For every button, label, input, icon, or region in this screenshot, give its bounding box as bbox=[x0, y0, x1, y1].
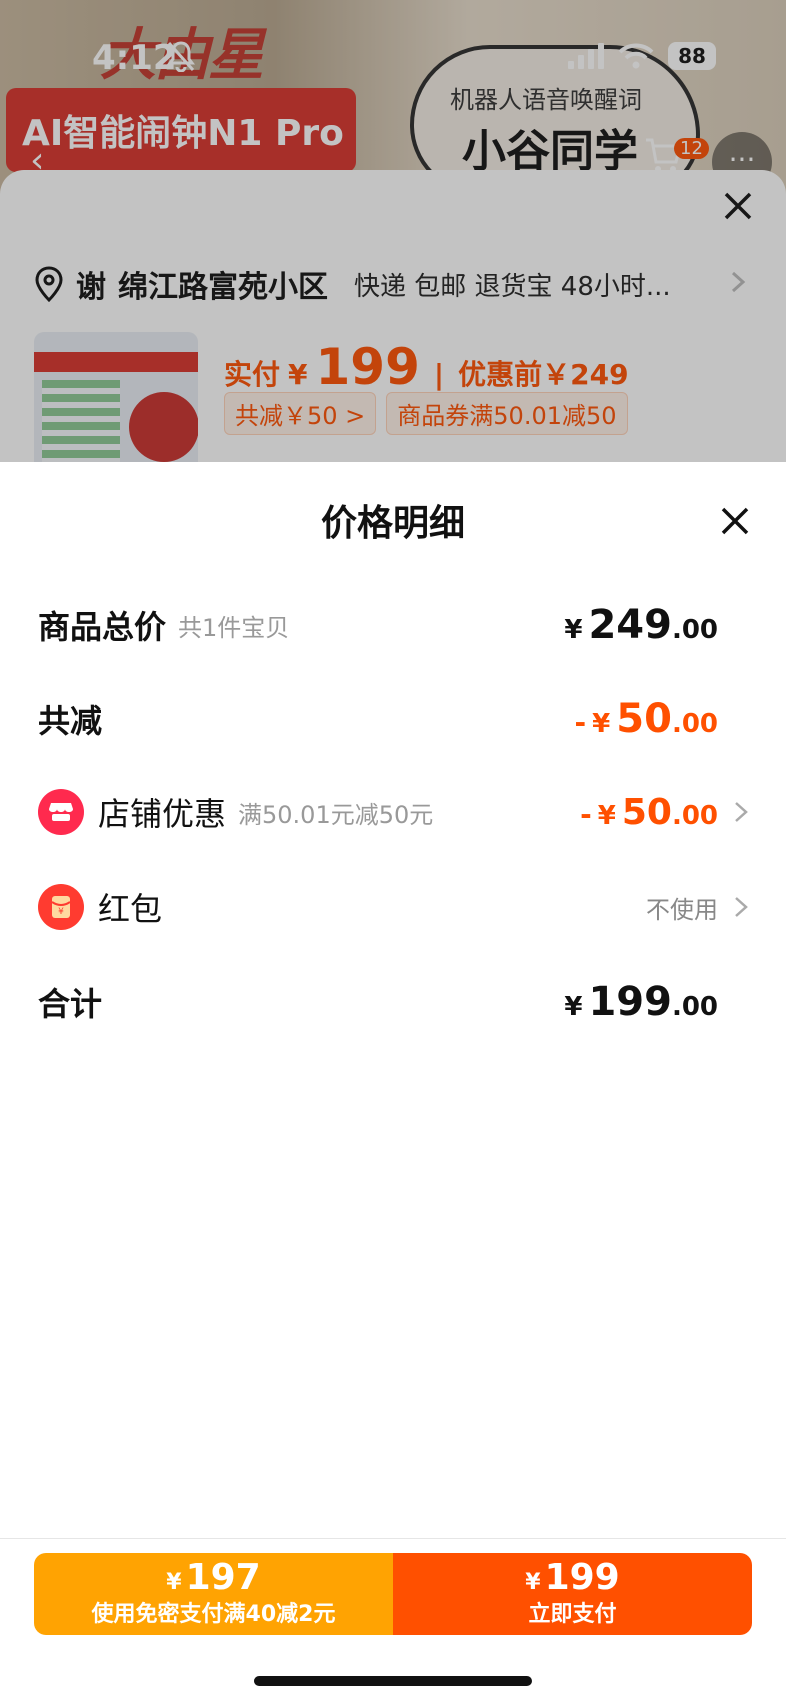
store-discount-label: 店铺优惠 bbox=[98, 795, 227, 833]
bottom-divider bbox=[0, 1538, 786, 1539]
total-amount: ¥ 199 .00 bbox=[564, 979, 718, 1025]
yen-symbol: ¥ bbox=[564, 992, 583, 1022]
hongbao-row[interactable]: ¥ 红包 不使用 bbox=[38, 882, 748, 932]
amount-integer: 50 bbox=[621, 791, 672, 833]
chevron-right-icon bbox=[735, 802, 748, 822]
pay-now-button[interactable]: ¥ 199 立即支付 bbox=[393, 1553, 752, 1635]
amount-decimal: .00 bbox=[671, 709, 718, 739]
close-icon[interactable] bbox=[720, 506, 750, 536]
pay-right-amount: ¥ 199 bbox=[393, 1557, 752, 1598]
chevron-right-icon bbox=[735, 897, 748, 917]
amount-decimal: .00 bbox=[671, 615, 718, 645]
total-row: 合计 ¥ 199 .00 bbox=[38, 977, 748, 1027]
pay-left-amount: ¥ 197 bbox=[34, 1557, 393, 1598]
modal-overlay[interactable] bbox=[0, 0, 786, 462]
subtotal-amount: ¥ 249 .00 bbox=[564, 602, 718, 648]
pay-left-desc: 使用免密支付满40减2元 bbox=[91, 1602, 336, 1627]
amount-integer: 249 bbox=[588, 602, 672, 648]
yen-symbol: ¥ bbox=[166, 1570, 182, 1595]
discount-row: 共减 - ¥ 50 .00 bbox=[38, 694, 748, 744]
discount-label: 共减 bbox=[38, 702, 103, 740]
minus-sign: - bbox=[574, 706, 587, 739]
discount-amount: - ¥ 50 .00 bbox=[575, 696, 718, 742]
amount-integer: 199 bbox=[588, 979, 672, 1025]
home-indicator bbox=[254, 1676, 532, 1686]
amount-integer: 50 bbox=[616, 696, 672, 742]
yen-symbol: ¥ bbox=[564, 615, 583, 645]
subtotal-row: 商品总价 共1件宝贝 ¥ 249 .00 bbox=[38, 600, 748, 650]
store-icon bbox=[38, 789, 84, 835]
yen-symbol: ¥ bbox=[592, 709, 611, 739]
item-count: 共1件宝贝 bbox=[178, 613, 290, 642]
store-discount-amount: - ¥ 50 .00 bbox=[580, 792, 718, 833]
total-label: 合计 bbox=[38, 985, 103, 1023]
yen-symbol: ¥ bbox=[597, 800, 616, 831]
amount-integer: 197 bbox=[185, 1557, 261, 1598]
pay-bar: ¥ 197 使用免密支付满40减2元 ¥ 199 立即支付 bbox=[34, 1553, 752, 1635]
sheet-title: 价格明细 bbox=[320, 503, 465, 544]
amount-decimal: .00 bbox=[671, 992, 718, 1022]
amount-integer: 199 bbox=[544, 1557, 620, 1598]
password-free-pay-button[interactable]: ¥ 197 使用免密支付满40减2元 bbox=[34, 1553, 393, 1635]
store-discount-row[interactable]: 店铺优惠 满50.01元减50元 - ¥ 50 .00 bbox=[38, 787, 748, 837]
amount-decimal: .00 bbox=[671, 800, 718, 831]
hongbao-value-wrap: 不使用 bbox=[646, 890, 718, 925]
hongbao-label: 红包 bbox=[98, 890, 163, 928]
price-detail-sheet: 价格明细 商品总价 共1件宝贝 ¥ 249 .00 共减 - ¥ 50 .00 … bbox=[0, 462, 786, 1704]
yen-symbol: ¥ bbox=[525, 1570, 541, 1595]
subtotal-label: 商品总价 bbox=[38, 608, 167, 646]
svg-text:¥: ¥ bbox=[58, 907, 64, 917]
red-packet-icon: ¥ bbox=[38, 884, 84, 930]
pay-right-desc: 立即支付 bbox=[528, 1602, 617, 1627]
hongbao-value: 不使用 bbox=[646, 895, 718, 924]
store-discount-rule: 满50.01元减50元 bbox=[238, 800, 434, 829]
minus-sign: - bbox=[580, 797, 592, 831]
